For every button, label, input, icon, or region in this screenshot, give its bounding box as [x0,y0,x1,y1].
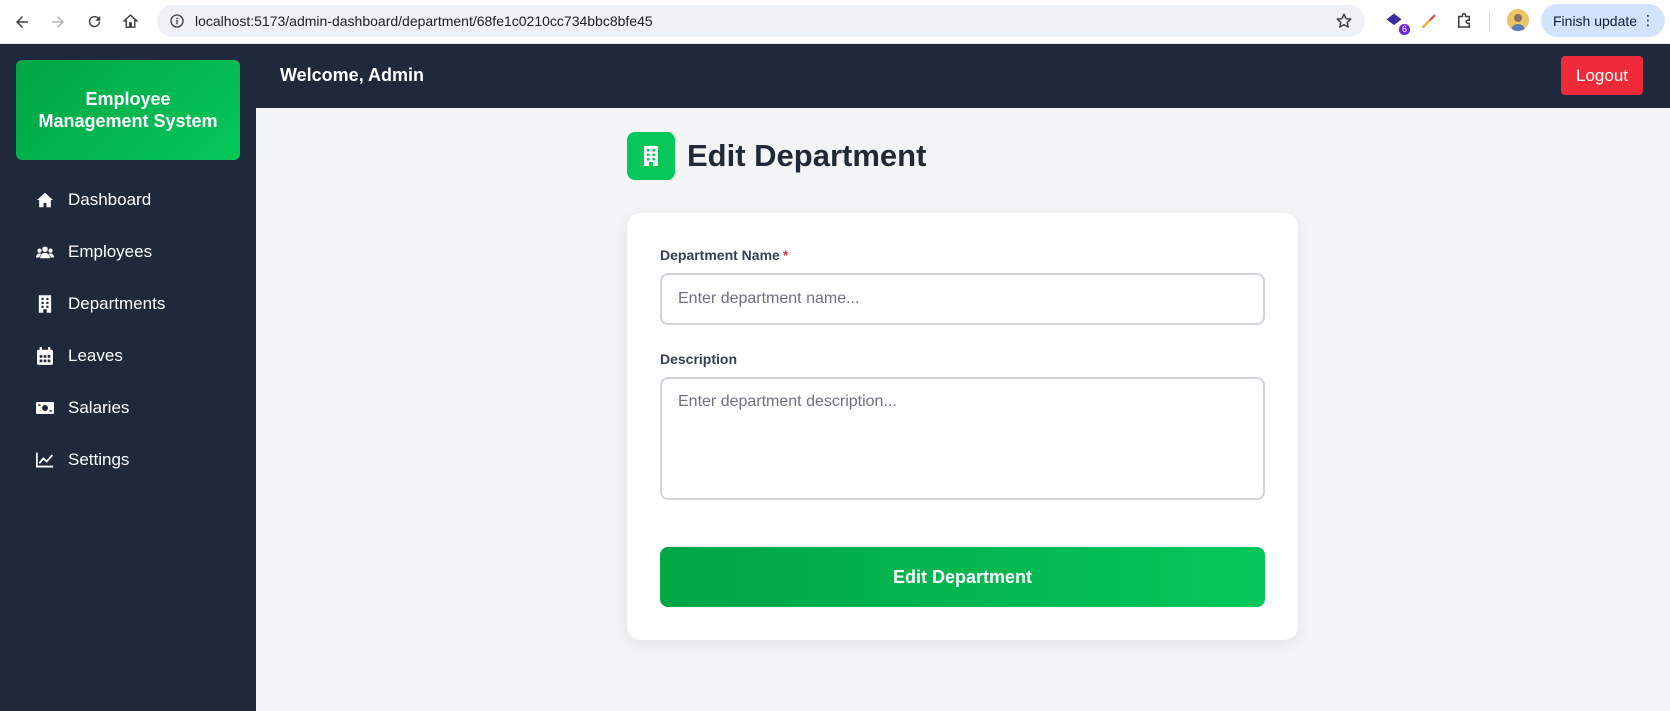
sidebar-item-settings[interactable]: Settings [0,434,256,486]
app-brand: Employee Management System [16,60,240,160]
logout-button[interactable]: Logout [1561,56,1643,95]
reload-icon[interactable] [76,4,112,40]
sidebar-menu: Dashboard Employees Departments Leaves S… [0,174,256,486]
extensions-puzzle-icon[interactable] [1451,8,1477,34]
page-title: Edit Department [687,138,927,173]
sidebar-item-label: Settings [68,450,130,469]
money-bill-icon [36,399,54,417]
users-icon [36,243,54,261]
profile-avatar[interactable] [1507,9,1529,31]
bookmark-star-icon[interactable] [1335,12,1353,35]
sidebar-item-salaries[interactable]: Salaries [0,382,256,434]
sidebar-item-label: Leaves [68,346,123,365]
browser-toolbar: localhost:5173/admin-dashboard/departmen… [0,0,1670,44]
site-info-icon[interactable] [161,5,193,37]
sidebar-item-label: Dashboard [68,190,152,209]
building-icon [627,132,675,180]
sidebar-item-label: Departments [68,294,166,313]
calendar-icon [36,347,54,365]
more-menu-icon[interactable]: ⋮ [1641,12,1655,28]
page-header: Edit Department [627,132,926,180]
edit-department-button[interactable]: Edit Department [660,547,1265,607]
extension-badge: 6 [1398,24,1410,35]
welcome-text: Welcome, Admin [280,65,425,85]
forward-icon[interactable] [40,4,76,40]
url-text[interactable]: localhost:5173/admin-dashboard/departmen… [195,13,653,29]
sidebar-item-label: Employees [68,242,153,261]
toolbar-divider [1489,12,1490,32]
department-name-input[interactable] [660,273,1265,325]
sidebar-item-leaves[interactable]: Leaves [0,330,256,382]
department-name-label: Department Name * [660,247,788,263]
description-label: Description [660,351,738,367]
finish-update-button[interactable]: Finish update ⋮ [1541,4,1665,37]
required-asterisk: * [782,247,789,263]
back-icon[interactable] [4,4,40,40]
department-name-label-text: Department Name [660,247,780,263]
description-textarea[interactable] [660,377,1265,500]
home-icon[interactable] [112,4,148,40]
extension-icon[interactable]: 6 [1381,8,1410,35]
color-picker-icon[interactable] [1416,8,1442,34]
sidebar-item-label: Salaries [68,398,130,417]
sidebar-item-dashboard[interactable]: Dashboard [0,174,256,226]
sidebar-item-departments[interactable]: Departments [0,278,256,330]
finish-update-label: Finish update [1553,12,1638,29]
sidebar: Employee Management System Dashboard Emp… [0,44,256,711]
top-header: Welcome, Admin Logout [256,44,1670,108]
edit-department-form: Department Name* Description Edit Depart… [627,213,1298,640]
chart-line-icon [36,451,54,469]
address-bar[interactable]: localhost:5173/admin-dashboard/departmen… [157,5,1365,37]
sidebar-item-employees[interactable]: Employees [0,226,256,278]
building-icon [36,295,54,313]
home-icon [36,191,54,209]
